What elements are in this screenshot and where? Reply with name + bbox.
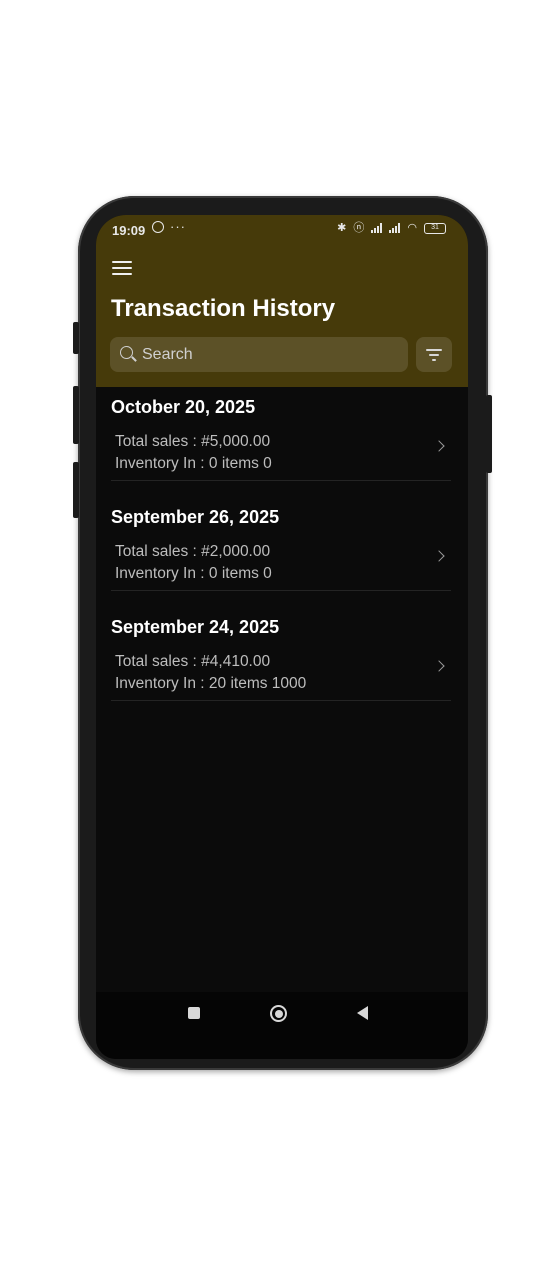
search-bar[interactable] — [110, 337, 408, 372]
total-sales: Total sales : #5,000.00 — [115, 433, 271, 450]
more-indicator: ··· — [170, 219, 186, 234]
filter-button[interactable] — [416, 337, 452, 372]
recents-icon[interactable] — [188, 1007, 200, 1019]
transaction-date: September 26, 2025 — [111, 507, 280, 527]
phone-side-button — [73, 462, 79, 518]
search-icon — [120, 346, 133, 359]
inventory-in: Inventory In : 20 items 1000 — [115, 675, 307, 692]
phone-side-button — [73, 322, 79, 354]
transaction-item[interactable]: Total sales : #5,000.00 Inventory In : 0… — [111, 429, 451, 481]
wifi-icon: ◠ — [407, 222, 417, 234]
nfc-icon: ⓝ — [353, 222, 365, 234]
transaction-item[interactable]: Total sales : #4,410.00 Inventory In : 2… — [111, 649, 451, 701]
whatsapp-icon — [152, 221, 164, 233]
app-header: 19:09 ··· ✱ ⓝ ◠ 31 Transaction History — [96, 215, 468, 387]
transaction-date: September 24, 2025 — [111, 617, 280, 637]
inventory-in: Inventory In : 0 items 0 — [115, 565, 272, 582]
system-nav-bar — [96, 992, 468, 1059]
status-icons: ✱ ⓝ ◠ 31 — [337, 222, 446, 234]
search-input[interactable] — [142, 337, 402, 372]
chevron-right-icon — [433, 660, 445, 672]
home-icon[interactable] — [270, 1005, 287, 1022]
battery-icon: 31 — [424, 222, 446, 234]
transaction-list: October 20, 2025 Total sales : #5,000.00… — [96, 387, 468, 717]
transaction-group: October 20, 2025 Total sales : #5,000.00… — [96, 387, 468, 497]
bluetooth-icon: ✱ — [337, 222, 347, 234]
transaction-item[interactable]: Total sales : #2,000.00 Inventory In : 0… — [111, 539, 451, 591]
menu-icon[interactable] — [112, 261, 132, 277]
inventory-in: Inventory In : 0 items 0 — [115, 455, 272, 472]
signal-icon — [371, 223, 383, 233]
phone-side-button — [73, 386, 79, 444]
chevron-right-icon — [433, 550, 445, 562]
chevron-right-icon — [433, 440, 445, 452]
back-icon[interactable] — [357, 1006, 368, 1020]
page-title: Transaction History — [111, 295, 336, 322]
app-screen: 19:09 ··· ✱ ⓝ ◠ 31 Transaction History S… — [96, 215, 468, 1059]
signal-icon — [389, 223, 401, 233]
transaction-group: September 24, 2025 Total sales : #4,410.… — [96, 607, 468, 717]
total-sales: Total sales : #2,000.00 — [115, 543, 271, 560]
transaction-date: October 20, 2025 — [111, 397, 256, 417]
transaction-group: September 26, 2025 Total sales : #2,000.… — [96, 497, 468, 607]
status-time: 19:09 — [112, 223, 146, 238]
total-sales: Total sales : #4,410.00 — [115, 653, 271, 670]
status-bar: 19:09 ··· ✱ ⓝ ◠ 31 — [96, 215, 468, 245]
phone-power-button — [486, 395, 492, 473]
